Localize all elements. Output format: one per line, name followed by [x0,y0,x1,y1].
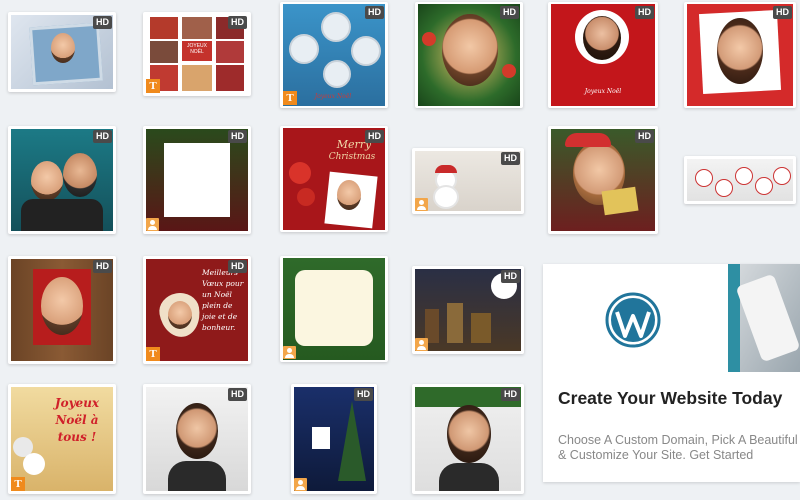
ad-image [728,264,800,372]
template-card-8[interactable]: HD [143,126,251,234]
hd-badge: HD [365,6,384,19]
template-thumbnail [687,159,793,201]
template-card-15[interactable] [280,256,388,362]
template-thumbnail [146,387,248,491]
hd-badge: HD [635,6,654,19]
hd-badge: HD [501,270,520,283]
template-thumbnail [415,387,521,491]
card-caption: Joyeux Noël [314,93,352,100]
template-thumbnail [418,4,520,106]
ad-title[interactable]: Create Your Website Today [558,388,782,409]
template-thumbnail [283,258,385,360]
template-thumbnail [11,129,113,231]
template-thumbnail: Joyeux Noël [283,4,385,106]
photo-badge-icon [146,218,159,231]
template-thumbnail: Joyeux Noël à tous ! [11,387,113,491]
card-caption-line2: Christmas [328,152,376,162]
template-thumbnail: Merry Christmas [283,128,385,230]
template-card-13[interactable]: HD [8,256,116,364]
hd-badge: HD [228,260,247,273]
template-card-10[interactable]: HD [412,148,524,214]
photo-badge-icon [415,198,428,211]
card-caption: JOYEUX NOËL [186,43,207,55]
tool-badge: T [11,477,25,491]
hd-badge: HD [501,388,520,401]
template-card-4[interactable]: HD [415,2,523,108]
wordpress-ad[interactable]: Create Your Website Today Choose A Custo… [543,264,800,482]
template-card-16[interactable]: HD [412,266,524,354]
ad-description: Choose A Custom Domain, Pick A Beautiful… [558,433,800,462]
hd-badge: HD [365,130,384,143]
hd-badge: HD [773,6,792,19]
template-thumbnail [11,259,113,361]
template-thumbnail: Joyeux Noël [551,4,655,106]
template-card-20[interactable]: HD [143,384,251,494]
card-caption: Joyeux Noël [584,88,622,95]
hd-badge: HD [228,16,247,29]
photo-badge-icon [283,346,296,359]
template-card-2[interactable]: JOYEUX NOËL HD T [143,12,251,96]
wordpress-logo-icon [605,292,661,348]
template-card-22[interactable]: HD [412,384,524,494]
photo-badge-icon [294,478,307,491]
template-thumbnail [551,129,655,231]
hd-badge: HD [93,16,112,29]
hd-badge: HD [501,152,520,165]
hd-badge: HD [93,260,112,273]
tool-badge: T [146,347,160,361]
hd-badge: HD [354,388,373,401]
template-thumbnail: Meilleurs Vœux pour un Noël plein de joi… [146,259,248,361]
template-thumbnail [146,129,248,231]
template-thumbnail [687,4,793,106]
template-card-9[interactable]: Merry Christmas HD [280,126,388,232]
tool-badge: T [283,91,297,105]
hd-badge: HD [228,388,247,401]
template-card-12[interactable] [684,156,796,204]
template-card-5[interactable]: Joyeux Noël HD [548,2,658,108]
card-caption: Meilleurs Vœux pour un Noël plein de joi… [202,268,244,332]
template-thumbnail [294,387,374,491]
template-card-6[interactable]: HD [684,2,796,108]
template-card-14[interactable]: Meilleurs Vœux pour un Noël plein de joi… [143,256,251,364]
template-card-1[interactable]: HD [8,12,116,92]
hd-badge: HD [228,130,247,143]
hd-badge: HD [93,130,112,143]
template-card-21[interactable]: HD [291,384,377,494]
card-caption: Joyeux Noël à tous ! [54,396,100,444]
template-card-11[interactable]: HD [548,126,658,234]
template-card-19[interactable]: Joyeux Noël à tous ! T [8,384,116,494]
hd-badge: HD [500,6,519,19]
template-card-7[interactable]: HD [8,126,116,234]
template-card-3[interactable]: Joyeux Noël HD T [280,2,388,108]
hd-badge: HD [635,130,654,143]
tool-badge: T [146,79,160,93]
photo-badge-icon [415,338,428,351]
